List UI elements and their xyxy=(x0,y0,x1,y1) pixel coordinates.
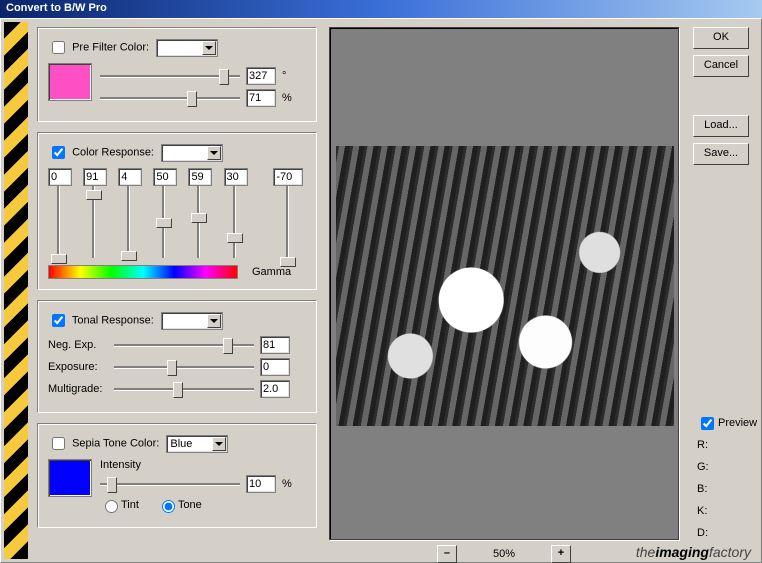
hue-slider[interactable] xyxy=(100,67,240,85)
zoom-out-button[interactable]: – xyxy=(437,545,457,563)
hue-unit: ° xyxy=(282,70,286,82)
intensity-slider[interactable] xyxy=(100,475,240,493)
ch2-value[interactable] xyxy=(118,168,142,186)
ch4-slider[interactable] xyxy=(188,186,210,258)
preview-image[interactable] xyxy=(336,146,674,426)
tonal-response-group: Tonal Response: Neg. Exp. Exposure: Mult… xyxy=(37,300,317,413)
tint-radio[interactable] xyxy=(105,500,118,513)
sepia-checkbox[interactable] xyxy=(52,437,65,450)
tint-label: Tint xyxy=(121,499,139,511)
zoom-controls: – 50% + xyxy=(329,545,679,563)
sepia-group: Sepia Tone Color: Blue Intensity % Tint … xyxy=(37,423,317,528)
prefilter-combo[interactable] xyxy=(156,39,218,57)
tone-label: Tone xyxy=(178,499,202,511)
dialog-body: Pre Filter Color: ° % xyxy=(0,18,762,563)
tonal-response-combo[interactable] xyxy=(161,312,223,330)
negexp-value[interactable] xyxy=(260,336,290,354)
color-response-label: Color Response: xyxy=(72,146,154,158)
ch4-value[interactable] xyxy=(188,168,212,186)
zoom-in-button[interactable]: + xyxy=(551,545,571,563)
spectrum-bar xyxy=(48,265,238,279)
sat-value[interactable] xyxy=(246,89,276,107)
load-button[interactable]: Load... xyxy=(693,115,749,137)
sepia-combo-text: Blue xyxy=(170,438,192,450)
ch5-value[interactable] xyxy=(224,168,248,186)
chevron-down-icon xyxy=(212,437,226,451)
ch0-slider[interactable] xyxy=(48,186,70,258)
right-column: OK Cancel Load... Save... xyxy=(693,27,753,171)
multigrade-slider[interactable] xyxy=(114,380,254,398)
multigrade-label: Multigrade: xyxy=(48,383,108,395)
ok-button[interactable]: OK xyxy=(693,27,749,49)
hue-value[interactable] xyxy=(246,67,276,85)
intensity-unit: % xyxy=(282,478,292,490)
tone-radio[interactable] xyxy=(162,500,175,513)
hazard-stripe xyxy=(4,22,28,559)
exposure-slider[interactable] xyxy=(114,358,254,376)
readout-d: D: xyxy=(697,523,757,543)
readout-b: B: xyxy=(697,479,757,499)
window-titlebar: Convert to B/W Pro xyxy=(0,0,762,18)
left-panels: Pre Filter Color: ° % xyxy=(37,27,317,538)
prefilter-label: Pre Filter Color: xyxy=(72,41,149,53)
intensity-value[interactable] xyxy=(246,475,276,493)
intensity-label: Intensity xyxy=(100,459,306,471)
preview-checkbox[interactable] xyxy=(701,417,714,430)
tonal-response-label: Tonal Response: xyxy=(72,314,154,326)
multigrade-value[interactable] xyxy=(260,380,290,398)
save-button[interactable]: Save... xyxy=(693,143,749,165)
zoom-label: 50% xyxy=(493,548,515,560)
sepia-swatch[interactable] xyxy=(48,459,92,497)
color-response-combo[interactable] xyxy=(161,144,223,162)
exposure-label: Exposure: xyxy=(48,361,108,373)
preview-checkbox-label: Preview xyxy=(718,417,757,429)
sat-unit: % xyxy=(282,92,292,104)
exposure-value[interactable] xyxy=(260,358,290,376)
tonal-response-checkbox[interactable] xyxy=(52,314,65,327)
ch5-slider[interactable] xyxy=(224,186,246,258)
chevron-down-icon xyxy=(207,314,221,328)
chevron-down-icon xyxy=(202,41,216,55)
negexp-label: Neg. Exp. xyxy=(48,339,108,351)
negexp-slider[interactable] xyxy=(114,336,254,354)
chevron-down-icon xyxy=(207,146,221,160)
ch1-value[interactable] xyxy=(83,168,107,186)
window-title: Convert to B/W Pro xyxy=(6,2,107,14)
ch3-slider[interactable] xyxy=(153,186,175,258)
readout-g: G: xyxy=(697,457,757,477)
gamma-value[interactable] xyxy=(273,168,303,186)
sepia-combo[interactable]: Blue xyxy=(166,435,228,453)
brand-logo: theimagingfactory xyxy=(636,544,751,560)
gamma-slider[interactable] xyxy=(277,186,299,258)
ch1-slider[interactable] xyxy=(83,186,105,258)
preview-area xyxy=(329,27,679,540)
prefilter-group: Pre Filter Color: ° % xyxy=(37,27,317,122)
ch0-value[interactable] xyxy=(48,168,72,186)
color-response-group: Color Response: Gamma xyxy=(37,132,317,290)
color-response-checkbox[interactable] xyxy=(52,146,65,159)
gamma-label: Gamma xyxy=(252,266,291,278)
sepia-label: Sepia Tone Color: xyxy=(72,437,159,449)
readout-r: R: xyxy=(697,435,757,455)
ch2-slider[interactable] xyxy=(118,186,140,258)
sat-slider[interactable] xyxy=(100,89,240,107)
prefilter-checkbox[interactable] xyxy=(52,41,65,54)
readouts: Preview R: G: B: K: D: xyxy=(697,413,757,545)
cancel-button[interactable]: Cancel xyxy=(693,55,749,77)
readout-k: K: xyxy=(697,501,757,521)
prefilter-swatch[interactable] xyxy=(48,63,92,101)
ch3-value[interactable] xyxy=(153,168,177,186)
